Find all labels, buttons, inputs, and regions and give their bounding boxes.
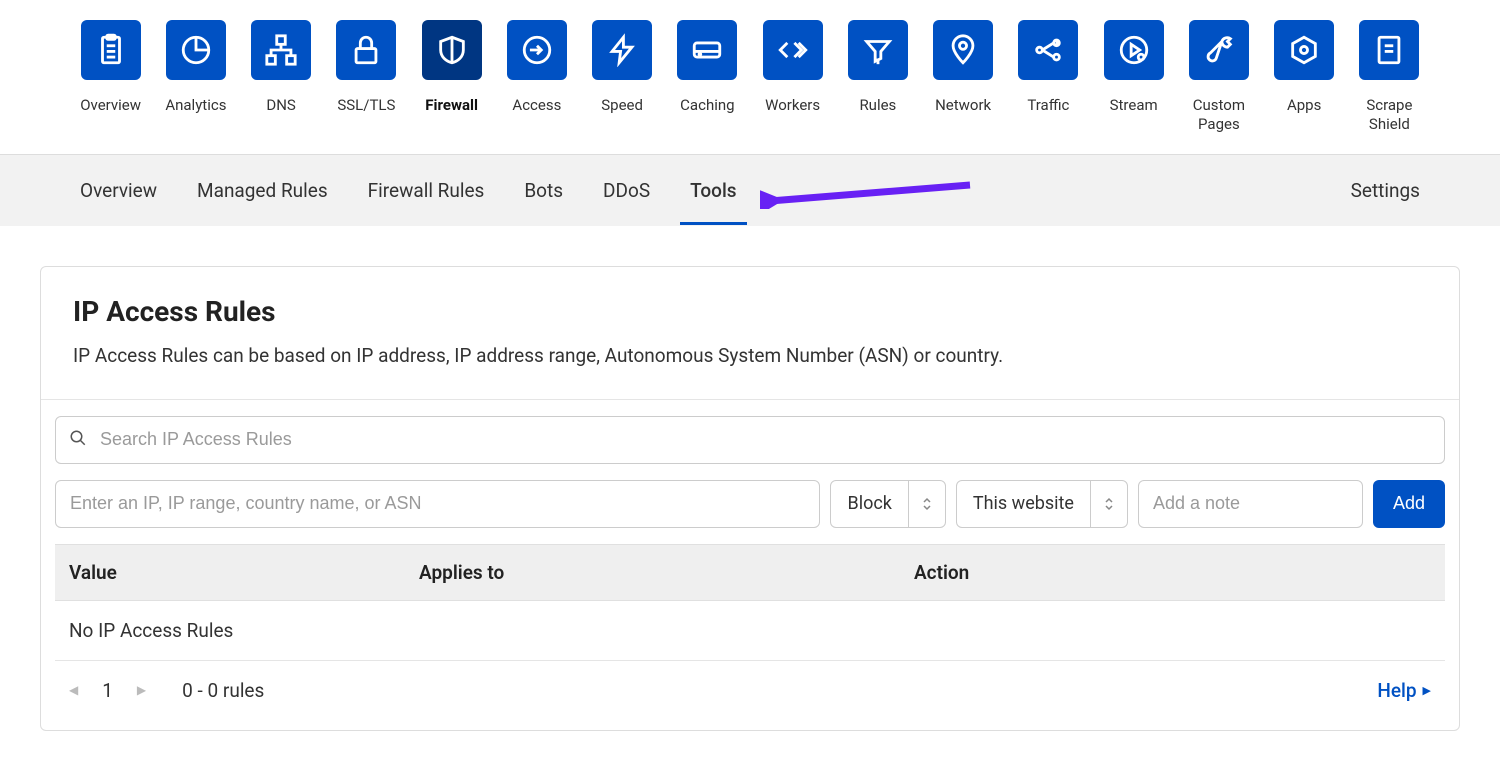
action-select-value: Block — [831, 481, 908, 527]
nav-label: Speed — [601, 96, 643, 115]
nav-speed[interactable]: Speed — [592, 20, 653, 115]
nav-label: Traffic — [1027, 96, 1069, 115]
code-icon — [763, 20, 823, 80]
firewall-subnav: Overview Managed Rules Firewall Rules Bo… — [0, 154, 1500, 226]
subnav-tools[interactable]: Tools — [690, 157, 736, 224]
pager: ◀ 1 ▶ — [69, 679, 146, 702]
hexagon-icon — [1274, 20, 1334, 80]
search-input[interactable] — [55, 416, 1445, 464]
wrench-icon — [1189, 20, 1249, 80]
nav-scrape-shield[interactable]: Scrape Shield — [1359, 20, 1420, 134]
nav-label: Caching — [680, 96, 734, 115]
top-navigation: Overview Analytics DNS SSL/TLS Firewall … — [0, 0, 1500, 154]
funnel-icon — [848, 20, 908, 80]
empty-state: No IP Access Rules — [55, 601, 1445, 661]
page-number: 1 — [102, 679, 113, 702]
card-description: IP Access Rules can be based on IP addre… — [73, 344, 1427, 367]
subnav-firewall-rules[interactable]: Firewall Rules — [368, 157, 485, 224]
add-button[interactable]: Add — [1373, 480, 1445, 528]
next-page-button[interactable]: ▶ — [137, 683, 146, 697]
col-value: Value — [69, 561, 419, 584]
nav-caching[interactable]: Caching — [677, 20, 738, 115]
nav-label: Custom Pages — [1188, 96, 1249, 134]
nav-dns[interactable]: DNS — [251, 20, 312, 115]
nav-stream[interactable]: Stream — [1103, 20, 1164, 115]
drive-icon — [677, 20, 737, 80]
action-select[interactable]: Block — [830, 480, 945, 528]
nav-label: Analytics — [165, 96, 226, 115]
scope-select[interactable]: This website — [956, 480, 1128, 528]
bolt-icon — [592, 20, 652, 80]
subnav-bots[interactable]: Bots — [524, 157, 563, 224]
nav-custom-pages[interactable]: Custom Pages — [1188, 20, 1249, 134]
subnav-overview[interactable]: Overview — [80, 157, 157, 224]
nav-label: Overview — [80, 96, 141, 115]
nav-traffic[interactable]: Traffic — [1018, 20, 1079, 115]
chevron-up-down-icon — [909, 495, 945, 513]
pager-summary: 0 - 0 rules — [182, 679, 264, 702]
nav-network[interactable]: Network — [933, 20, 994, 115]
col-applies: Applies to — [419, 561, 914, 584]
nav-firewall[interactable]: Firewall — [421, 20, 482, 115]
pie-chart-icon — [166, 20, 226, 80]
chevron-right-icon: ▶ — [1423, 684, 1431, 697]
nav-analytics[interactable]: Analytics — [165, 20, 226, 115]
nav-ssl-tls[interactable]: SSL/TLS — [336, 20, 397, 115]
scope-select-value: This website — [957, 481, 1091, 527]
card-title: IP Access Rules — [73, 295, 1427, 328]
ip-access-rules-card: IP Access Rules IP Access Rules can be b… — [40, 266, 1460, 731]
note-input[interactable] — [1138, 480, 1363, 528]
document-icon — [1359, 20, 1419, 80]
search-icon — [69, 429, 87, 451]
help-link[interactable]: Help ▶ — [1377, 679, 1431, 702]
prev-page-button[interactable]: ◀ — [69, 683, 78, 697]
nav-label: Stream — [1110, 96, 1158, 115]
content-area: IP Access Rules IP Access Rules can be b… — [0, 226, 1500, 731]
sitemap-icon — [251, 20, 311, 80]
ip-input[interactable] — [55, 480, 820, 528]
pin-icon — [933, 20, 993, 80]
subnav-settings[interactable]: Settings — [1351, 179, 1420, 202]
subnav-managed-rules[interactable]: Managed Rules — [197, 157, 328, 224]
rules-table: Value Applies to Action No IP Access Rul… — [55, 544, 1445, 714]
help-label: Help — [1377, 679, 1416, 702]
clipboard-icon — [81, 20, 141, 80]
nav-label: Workers — [765, 96, 820, 115]
nav-rules[interactable]: Rules — [847, 20, 908, 115]
nav-label: Firewall — [425, 96, 478, 115]
chevron-up-down-icon — [1091, 495, 1127, 513]
nav-label: SSL/TLS — [337, 96, 395, 115]
annotation-arrow-icon — [760, 181, 980, 209]
nav-access[interactable]: Access — [506, 20, 567, 115]
login-icon — [507, 20, 567, 80]
shield-icon — [422, 20, 482, 80]
nav-label: Network — [935, 96, 991, 115]
nav-label: DNS — [266, 96, 295, 115]
nav-apps[interactable]: Apps — [1274, 20, 1335, 115]
nav-label: Scrape Shield — [1359, 96, 1420, 134]
lock-icon — [336, 20, 396, 80]
nav-label: Access — [512, 96, 561, 115]
col-action: Action — [914, 561, 1431, 584]
nav-workers[interactable]: Workers — [762, 20, 823, 115]
nav-label: Rules — [859, 96, 896, 115]
traffic-icon — [1018, 20, 1078, 80]
subnav-ddos[interactable]: DDoS — [603, 157, 650, 224]
nav-label: Apps — [1287, 96, 1321, 115]
play-circle-icon — [1104, 20, 1164, 80]
nav-overview[interactable]: Overview — [80, 20, 141, 115]
